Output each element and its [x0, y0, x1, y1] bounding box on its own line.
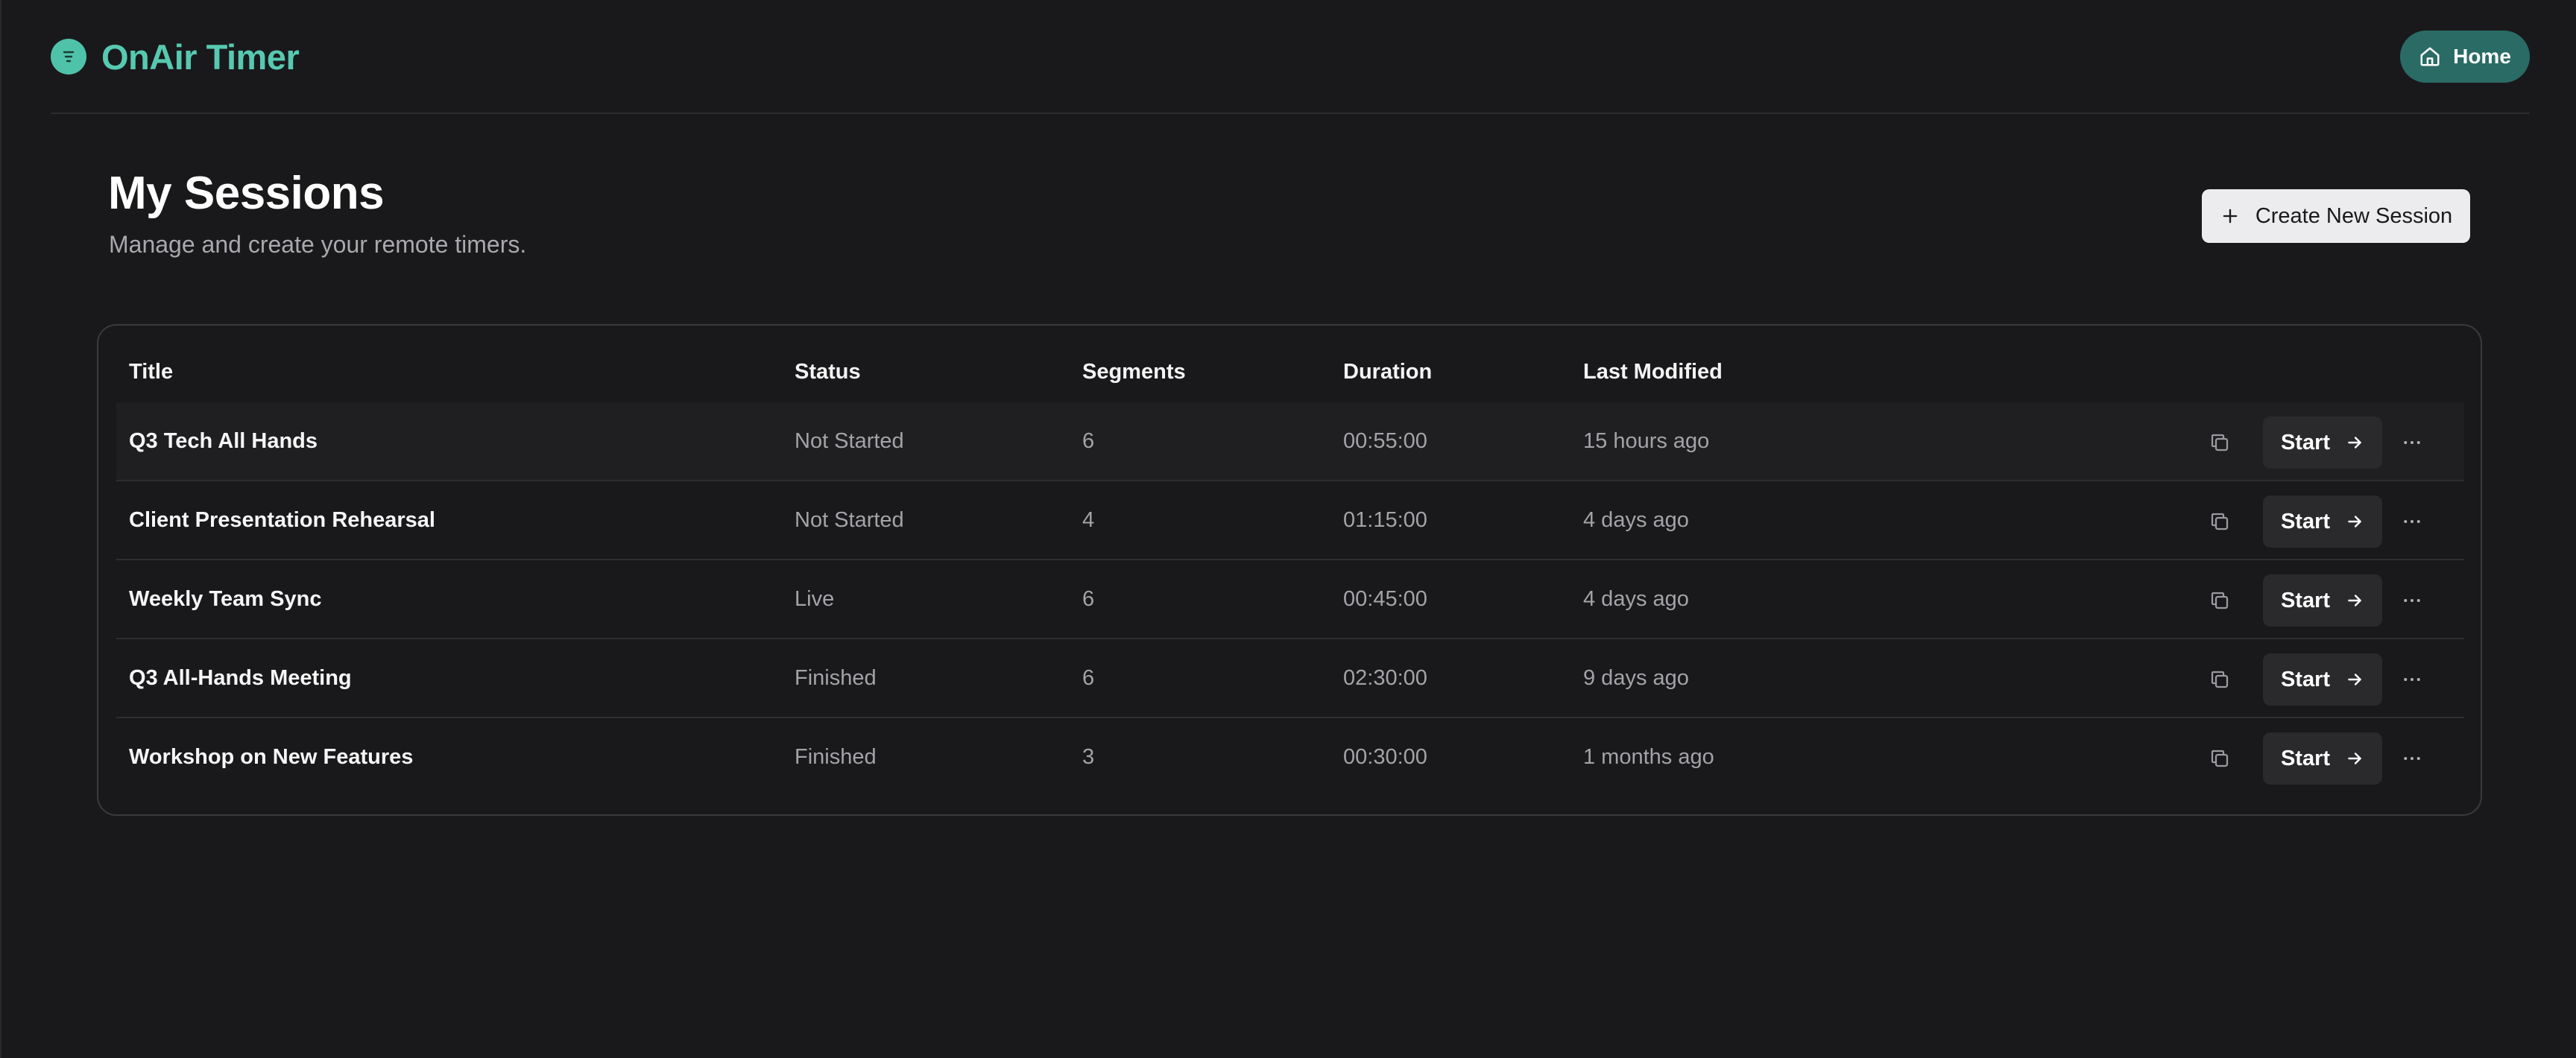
sessions-table: Title Status Segments Duration Last Modi… [97, 324, 2482, 816]
home-label: Home [2453, 45, 2511, 68]
more-options-button[interactable] [2396, 663, 2428, 696]
page-subtitle: Manage and create your remote timers. [109, 231, 527, 258]
start-button[interactable]: Start [2263, 495, 2382, 548]
session-duration: 00:45:00 [1343, 587, 1427, 611]
session-status: Not Started [795, 429, 904, 453]
arrow-right-icon [2348, 437, 2361, 449]
session-duration: 02:30:00 [1343, 666, 1427, 690]
session-duration: 01:15:00 [1343, 508, 1427, 532]
column-header-last-modified[interactable]: Last Modified [1583, 360, 1723, 384]
session-last-modified: 9 days ago [1583, 666, 1689, 690]
column-header-duration[interactable]: Duration [1343, 360, 1432, 384]
more-horizontal-icon [2404, 520, 2420, 523]
session-last-modified: 4 days ago [1583, 508, 1689, 532]
duplicate-button[interactable] [2203, 426, 2236, 459]
start-label: Start [2280, 746, 2331, 770]
session-segments: 6 [1082, 429, 1095, 453]
session-last-modified: 1 months ago [1583, 745, 1714, 769]
more-options-button[interactable] [2396, 584, 2428, 617]
copy-icon [2211, 671, 2229, 688]
start-label: Start [2280, 588, 2331, 612]
arrow-right-icon [2348, 674, 2361, 685]
copy-icon [2211, 592, 2229, 609]
create-session-label: Create New Session [2255, 203, 2453, 228]
session-segments: 6 [1082, 587, 1095, 611]
more-horizontal-icon [2404, 678, 2420, 681]
session-duration: 00:55:00 [1343, 429, 1427, 453]
column-header-segments[interactable]: Segments [1082, 360, 1186, 384]
more-options-button[interactable] [2396, 426, 2428, 459]
more-horizontal-icon [2404, 441, 2420, 444]
table-row[interactable]: Client Presentation Rehearsal Not Starte… [116, 481, 2464, 560]
session-title[interactable]: Client Presentation Rehearsal [129, 508, 435, 533]
more-horizontal-icon [2404, 757, 2420, 760]
duplicate-button[interactable] [2203, 663, 2236, 696]
start-button[interactable]: Start [2263, 732, 2382, 785]
copy-icon [2211, 434, 2229, 452]
start-label: Start [2280, 509, 2331, 533]
brand[interactable]: OnAir Timer [51, 37, 300, 77]
create-session-button[interactable]: Create New Session [2202, 189, 2470, 243]
copy-icon [2211, 750, 2229, 767]
app-name: OnAir Timer [101, 37, 300, 77]
session-segments: 6 [1082, 666, 1095, 690]
session-status: Finished [795, 745, 877, 769]
page-title: My Sessions [108, 168, 385, 219]
session-duration: 00:30:00 [1343, 745, 1427, 769]
top-header: OnAir Timer Home [51, 0, 2530, 114]
list-icon [51, 39, 86, 75]
column-header-status[interactable]: Status [795, 360, 861, 384]
duplicate-button[interactable] [2203, 505, 2236, 538]
session-status: Not Started [795, 508, 904, 532]
table-header: Title Status Segments Duration Last Modi… [98, 326, 2481, 402]
column-header-title[interactable]: Title [129, 360, 173, 384]
session-status: Finished [795, 666, 877, 690]
plus-icon [2223, 209, 2238, 224]
session-title[interactable]: Q3 All-Hands Meeting [129, 666, 352, 691]
arrow-right-icon [2348, 595, 2361, 606]
session-status: Live [795, 587, 835, 611]
table-body: Q3 Tech All Hands Not Started 6 00:55:00… [116, 402, 2464, 797]
session-title[interactable]: Workshop on New Features [129, 745, 413, 770]
session-title[interactable]: Weekly Team Sync [129, 587, 321, 612]
session-last-modified: 15 hours ago [1583, 429, 1710, 453]
start-label: Start [2280, 430, 2331, 454]
table-row[interactable]: Weekly Team Sync Live 6 00:45:00 4 days … [116, 560, 2464, 639]
duplicate-button[interactable] [2203, 742, 2236, 775]
table-row[interactable]: Q3 Tech All Hands Not Started 6 00:55:00… [116, 402, 2464, 481]
home-button[interactable]: Home [2400, 31, 2530, 83]
arrow-right-icon [2348, 753, 2361, 764]
more-options-button[interactable] [2396, 505, 2428, 538]
start-label: Start [2280, 667, 2331, 691]
home-icon [2420, 47, 2440, 66]
table-row[interactable]: Workshop on New Features Finished 3 00:3… [116, 718, 2464, 797]
session-title[interactable]: Q3 Tech All Hands [129, 429, 318, 454]
arrow-right-icon [2348, 516, 2361, 528]
app-frame: OnAir Timer Home My Sessions Manage and … [0, 0, 2575, 1058]
more-options-button[interactable] [2396, 742, 2428, 775]
more-horizontal-icon [2404, 599, 2420, 602]
start-button[interactable]: Start [2263, 653, 2382, 706]
session-last-modified: 4 days ago [1583, 587, 1689, 611]
start-button[interactable]: Start [2263, 574, 2382, 627]
copy-icon [2211, 513, 2229, 530]
session-segments: 4 [1082, 508, 1095, 532]
duplicate-button[interactable] [2203, 584, 2236, 617]
table-row[interactable]: Q3 All-Hands Meeting Finished 6 02:30:00… [116, 639, 2464, 718]
start-button[interactable]: Start [2263, 416, 2382, 469]
session-segments: 3 [1082, 745, 1095, 769]
